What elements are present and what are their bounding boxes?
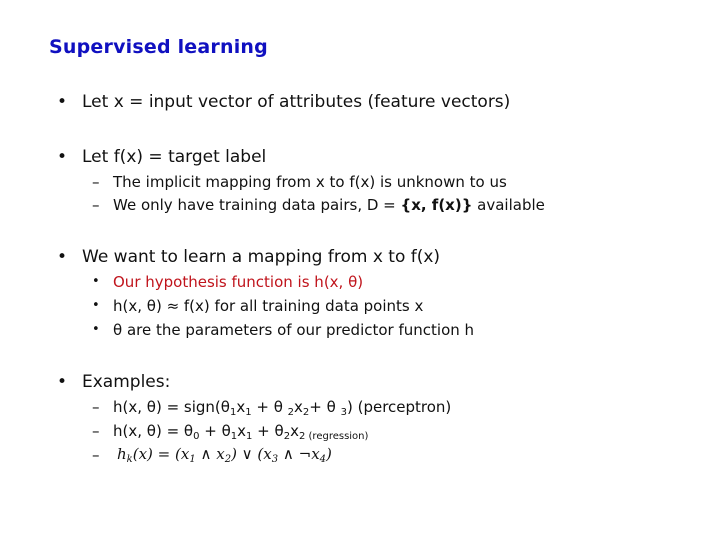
t: x — [237, 422, 247, 440]
dash-icon: – — [92, 173, 100, 191]
bullet-icon: • — [57, 247, 68, 267]
formula-part: ∧ x — [195, 445, 225, 463]
t: x — [236, 398, 246, 416]
t: h(x, θ) = sign(θ — [113, 398, 230, 416]
dataset-notation: {x, f(x)} — [400, 196, 473, 214]
t: x — [290, 422, 299, 440]
dash-icon: – — [92, 446, 100, 464]
parameters-line: θ are the parameters of our predictor fu… — [113, 321, 475, 339]
t: ) (perceptron) — [346, 398, 452, 416]
bullet-2-sub-2: We only have training data pairs, D = {x… — [113, 196, 545, 214]
bullet-1-text: Let x = input vector of attributes (feat… — [82, 92, 511, 112]
formula-part: ) ∨ (x — [231, 445, 272, 463]
dash-icon: – — [92, 422, 100, 440]
text: available — [472, 196, 545, 214]
perceptron-example: h(x, θ) = sign(θ1x1 + θ 2x2+ θ 3) (perce… — [113, 398, 451, 418]
t: h(x, θ) = θ — [113, 422, 194, 440]
t: x — [294, 398, 303, 416]
t: + θ — [252, 422, 284, 440]
formula-text: hk(x) = (x1 ∧ x2) ∨ (x3 ∧ ¬x4) — [117, 445, 332, 465]
boolean-formula: hk(x) = (x1 ∧ x2) ∨ (x3 ∧ ¬x4) — [117, 445, 332, 465]
bullet-3-text: We want to learn a mapping from x to f(x… — [82, 247, 441, 267]
dash-icon: – — [92, 196, 100, 214]
t: (regression) — [305, 431, 369, 442]
bullet-icon: • — [57, 372, 68, 392]
dash-icon: – — [92, 398, 100, 416]
bullet-icon: • — [92, 322, 100, 337]
formula-part: ) — [326, 445, 332, 463]
t: + θ — [251, 398, 288, 416]
text: We only have training data pairs, D = — [113, 196, 401, 214]
approx-line: h(x, θ) ≈ f(x) for all training data poi… — [113, 297, 424, 315]
bullet-icon: • — [92, 298, 100, 313]
bullet-icon: • — [57, 92, 68, 112]
t: + θ — [199, 422, 231, 440]
bullet-4-text: Examples: — [82, 372, 171, 392]
bullet-icon: • — [57, 147, 68, 167]
formula-part: (x) = (x — [132, 445, 190, 463]
regression-example: h(x, θ) = θ0 + θ1x1 + θ2x2 (regression) — [113, 422, 368, 442]
bullet-icon: • — [92, 274, 100, 289]
hypothesis-line: Our hypothesis function is h(x, θ) — [113, 273, 364, 291]
formula-part: h — [117, 445, 127, 463]
page-title: Supervised learning — [49, 36, 268, 58]
bullet-2-text: Let f(x) = target label — [82, 147, 267, 167]
t: + θ — [309, 398, 341, 416]
formula-part: ∧ ¬x — [278, 445, 320, 463]
bullet-2-sub-1: The implicit mapping from x to f(x) is u… — [113, 173, 507, 191]
